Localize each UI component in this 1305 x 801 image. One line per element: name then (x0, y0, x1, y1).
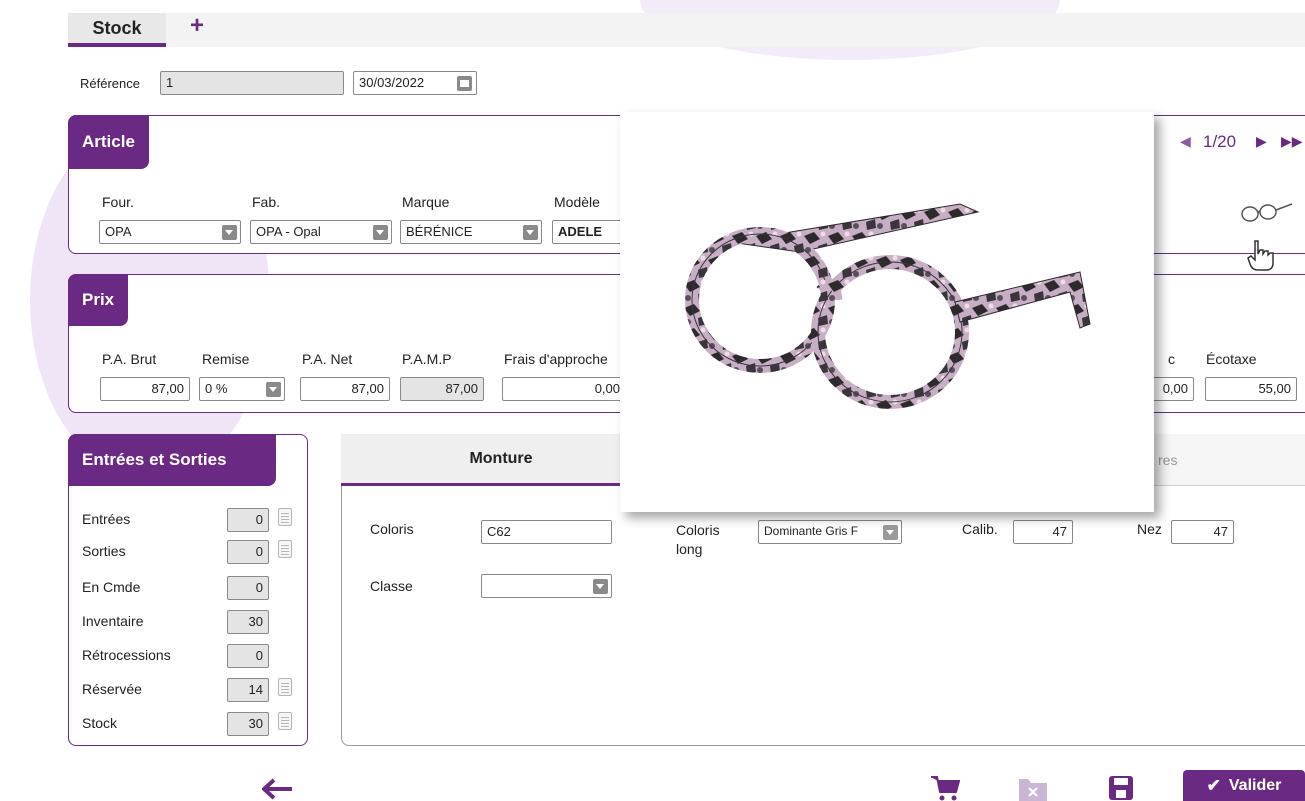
coloris-long-label: Coloris long (676, 522, 720, 557)
glasses-icon[interactable] (1236, 198, 1294, 226)
fab-select[interactable]: OPA - Opal (250, 220, 392, 244)
inventaire-row-label: Inventaire (82, 613, 144, 629)
stock-row-label: Stock (82, 715, 118, 731)
pa-net-input[interactable]: 87,00 (300, 377, 390, 401)
hand-cursor-icon (1247, 240, 1274, 271)
pa-net-label: P.A. Net (302, 351, 353, 367)
marque-select[interactable]: BÉRÉNICE (400, 220, 542, 244)
coloris-label: Coloris (370, 521, 414, 537)
stock-row-value: 30 (227, 712, 269, 736)
frais-input[interactable]: 0,00 (502, 377, 626, 401)
remise-label: Remise (202, 351, 250, 367)
pagination-next-icon[interactable]: ▶ (1256, 133, 1267, 150)
folder-cancel-icon[interactable] (1018, 775, 1048, 801)
fab-value: OPA - Opal (256, 224, 321, 239)
refresh-icon[interactable] (883, 525, 898, 540)
reference-input[interactable]: 1 (160, 71, 344, 95)
pa-brut-input[interactable]: 87,00 (100, 377, 190, 401)
en-cmde-row-label: En Cmde (82, 579, 141, 595)
chevron-down-icon (523, 225, 538, 240)
entrees-title: Entrées et Sorties (68, 434, 276, 486)
classe-label: Classe (370, 578, 413, 594)
four-label: Four. (102, 194, 134, 210)
pagination-text: 1/20 (1203, 132, 1237, 151)
classe-select[interactable] (481, 574, 612, 598)
chevron-down-icon (593, 579, 608, 594)
tab-bar (68, 13, 1305, 47)
date-input[interactable]: 30/03/2022 (353, 71, 477, 95)
cart-icon[interactable] (930, 774, 960, 801)
c-label: c (1168, 351, 1175, 367)
four-value: OPA (105, 224, 132, 239)
en-cmde-row-value: 0 (227, 576, 269, 600)
four-select[interactable]: OPA (99, 220, 241, 244)
prix-title: Prix (68, 274, 129, 326)
glasses-product-image (685, 203, 1091, 409)
reservee-row-label: Réservée (82, 681, 142, 697)
add-tab-button[interactable]: + (190, 12, 204, 40)
frais-label: Frais d'approche (504, 351, 608, 367)
ecotaxe-label: Écotaxe (1206, 351, 1257, 367)
entrees-row-label: Entrées (82, 511, 131, 527)
calib-input[interactable]: 47 (1013, 520, 1073, 544)
reference-label: Référence (80, 76, 140, 91)
valider-label: Valider (1228, 776, 1282, 794)
inventaire-row-value: 30 (227, 610, 269, 634)
tab-other-partial[interactable]: res (1158, 452, 1177, 468)
chevron-down-icon (266, 382, 281, 397)
reservee-row-value: 14 (227, 678, 269, 702)
fab-label: Fab. (252, 194, 281, 210)
document-icon[interactable] (278, 508, 292, 526)
glasses-image-popup (620, 112, 1154, 512)
remise-value: 0 % (205, 381, 228, 396)
chevron-down-icon (222, 225, 237, 240)
sorties-row-label: Sorties (82, 543, 126, 559)
pamp-label: P.A.M.P (402, 351, 452, 367)
marque-label: Marque (402, 194, 450, 210)
calendar-icon[interactable] (457, 76, 472, 91)
back-arrow-icon[interactable] (262, 778, 294, 800)
coloris-input[interactable]: C62 (481, 520, 612, 544)
pagination-last-icon[interactable]: ▶▶ (1281, 133, 1303, 150)
pagination-prev-icon[interactable]: ◀ (1180, 133, 1191, 150)
retrocessions-row-label: Rétrocessions (82, 647, 171, 663)
remise-select[interactable]: 0 % (199, 377, 285, 401)
marque-value: BÉRÉNICE (406, 224, 473, 239)
coloris-long-value: Dominante Gris F (764, 524, 859, 538)
check-icon: ✔ (1206, 775, 1221, 795)
save-icon[interactable] (1108, 775, 1134, 801)
valider-button[interactable]: ✔ Valider (1183, 770, 1305, 801)
calib-label: Calib. (962, 521, 998, 537)
nez-input[interactable]: 47 (1171, 520, 1234, 544)
nez-label: Nez (1137, 521, 1162, 537)
modele-label: Modèle (554, 194, 600, 210)
coloris-long-input[interactable]: Dominante Gris F (758, 520, 902, 544)
document-icon[interactable] (278, 540, 292, 558)
article-title: Article (68, 115, 149, 169)
tab-stock[interactable]: Stock (68, 13, 166, 47)
document-icon[interactable] (278, 678, 292, 696)
ecotaxe-input[interactable]: 55,00 (1205, 377, 1297, 401)
pa-brut-label: P.A. Brut (102, 351, 157, 367)
entrees-row-value: 0 (227, 508, 269, 532)
document-icon[interactable] (278, 712, 292, 730)
date-value: 30/03/2022 (359, 75, 425, 90)
chevron-down-icon (373, 225, 388, 240)
retrocessions-row-value: 0 (227, 644, 269, 668)
sorties-row-value: 0 (227, 540, 269, 564)
pamp-input: 87,00 (400, 377, 484, 401)
tab-monture[interactable]: Monture (341, 434, 661, 486)
